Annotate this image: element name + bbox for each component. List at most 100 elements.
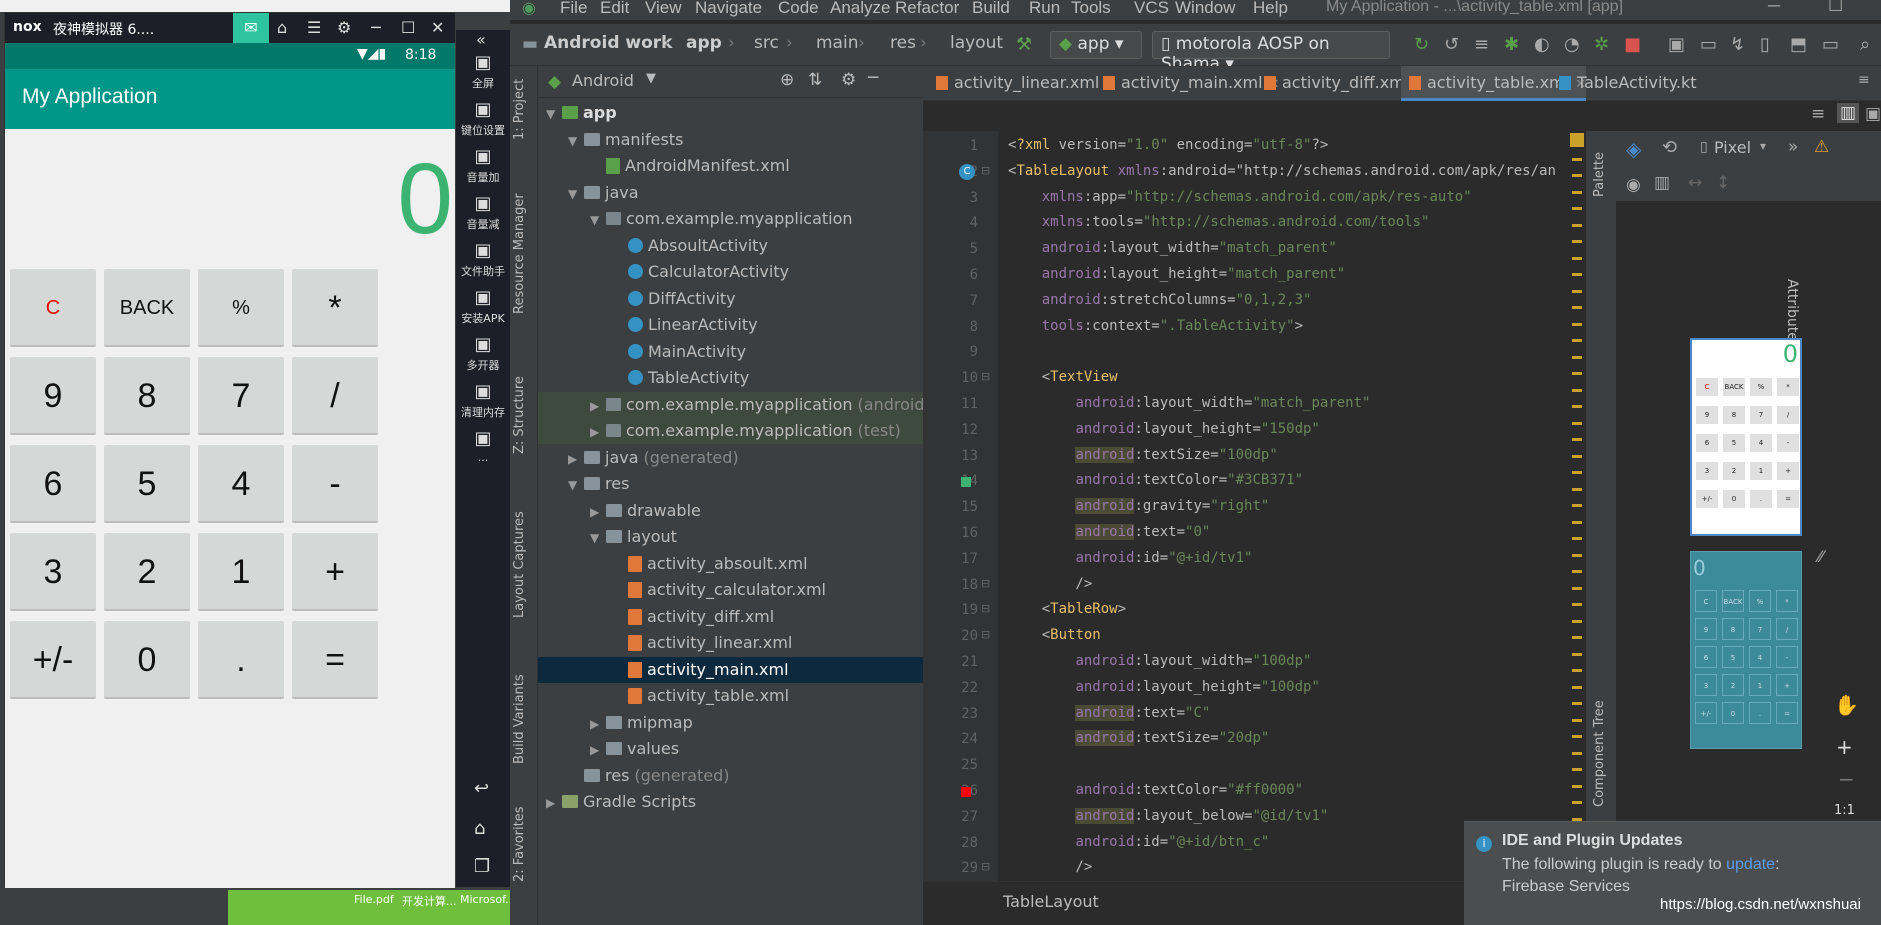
warning-stripe-mark[interactable] bbox=[1572, 570, 1582, 573]
home-icon[interactable]: ⌂ bbox=[474, 818, 485, 839]
menu-help[interactable]: Help bbox=[1253, 0, 1288, 18]
menu-window[interactable]: Window bbox=[1175, 0, 1235, 18]
tree-item[interactable]: activity_calculator.xml bbox=[612, 577, 826, 603]
tree-item[interactable]: AndroidManifest.xml bbox=[590, 153, 790, 179]
warning-stripe-mark[interactable] bbox=[1572, 157, 1582, 161]
emulator-sidebar-item[interactable]: ▣... bbox=[456, 428, 510, 464]
calc-key[interactable]: * bbox=[292, 269, 378, 347]
emulator-sidebar-item[interactable]: ▣ 全屏 bbox=[456, 52, 510, 91]
calc-key[interactable]: - bbox=[292, 445, 378, 523]
warning-stripe-mark[interactable] bbox=[1572, 306, 1582, 309]
sdk-manager-icon[interactable]: ↯ bbox=[1730, 34, 1745, 55]
design-view-icon[interactable]: ▣ bbox=[1865, 104, 1881, 124]
chevron-down-icon[interactable]: ▼ bbox=[546, 101, 562, 127]
emulator-settings-icon[interactable]: ⚙ bbox=[337, 18, 351, 37]
emulator-sidebar-item[interactable]: ▣ 清理内存 bbox=[456, 381, 510, 420]
tree-item[interactable]: activity_linear.xml bbox=[612, 630, 792, 656]
chevron-down-icon[interactable]: ▼ bbox=[646, 71, 656, 86]
warning-stripe-mark[interactable] bbox=[1572, 652, 1582, 656]
emulator-shirt-icon[interactable]: ⌂ bbox=[277, 18, 287, 37]
code-line[interactable]: <TextView bbox=[1008, 369, 1118, 385]
coverage-icon[interactable]: ◐ bbox=[1534, 34, 1550, 55]
calc-key[interactable]: . bbox=[198, 621, 284, 699]
emulator-sidebar-item[interactable]: ▣ 音量减 bbox=[456, 193, 510, 232]
attach-debugger-icon[interactable]: ✲ bbox=[1594, 34, 1609, 55]
breadcrumb-res[interactable]: res bbox=[890, 33, 916, 53]
warning-stripe-mark[interactable] bbox=[1572, 586, 1582, 590]
code-line[interactable]: <?xml version="1.0" encoding="utf-8"?> bbox=[1008, 137, 1328, 153]
emulator-mail-icon[interactable]: ✉ bbox=[233, 13, 269, 43]
fold-marker-icon[interactable]: ⊟ bbox=[981, 164, 990, 177]
tree-item[interactable]: activity_absoult.xml bbox=[612, 551, 808, 577]
code-line[interactable]: android:textSize="100dp" bbox=[1008, 446, 1278, 463]
update-link[interactable]: update bbox=[1726, 856, 1775, 873]
calc-key[interactable]: +/- bbox=[10, 621, 96, 699]
code-line[interactable]: android:layout_width="match_parent" bbox=[1008, 240, 1337, 256]
collapse-all-icon[interactable]: ⇅ bbox=[808, 70, 822, 90]
code-line[interactable]: android:textColor="#3CB371" bbox=[1008, 472, 1303, 488]
calc-key[interactable]: 4 bbox=[198, 445, 284, 523]
profiler-icon[interactable]: ◔ bbox=[1564, 34, 1580, 55]
emulator-minimize-icon[interactable]: ─ bbox=[371, 18, 381, 37]
blueprint-icon[interactable]: ▥ bbox=[1654, 173, 1670, 193]
locate-icon[interactable]: ⊕ bbox=[780, 70, 794, 90]
emulator-sidebar-item[interactable]: ▣ 音量加 bbox=[456, 146, 510, 185]
code-line[interactable]: android:gravity="right" bbox=[1008, 498, 1269, 515]
device-manager-icon[interactable]: ▯ bbox=[1760, 34, 1770, 55]
warning-stripe-mark[interactable] bbox=[1572, 718, 1582, 722]
gear-icon[interactable]: ⚙ bbox=[841, 70, 856, 90]
emulator-sidebar-item[interactable]: ▣ 安装APK bbox=[456, 287, 510, 326]
tree-item[interactable]: ▼ res bbox=[568, 471, 629, 497]
chevron-right-icon[interactable]: ▶ bbox=[590, 499, 606, 525]
stop-icon[interactable]: ■ bbox=[1624, 34, 1641, 55]
tree-item[interactable]: activity_main.xml bbox=[612, 657, 789, 683]
chevron-down-icon[interactable]: ▼ bbox=[568, 128, 584, 154]
apply-changes-icon[interactable]: ↺ bbox=[1444, 34, 1459, 55]
warning-stripe-mark[interactable] bbox=[1572, 454, 1582, 458]
breadcrumb-src[interactable]: src bbox=[754, 33, 779, 53]
zoom-out-icon[interactable]: − bbox=[1838, 767, 1855, 791]
tree-item[interactable]: ▼ layout bbox=[590, 524, 677, 550]
warning-indicator[interactable] bbox=[1570, 133, 1584, 147]
warning-stripe-mark[interactable] bbox=[1572, 223, 1582, 227]
eye-icon[interactable]: ◉ bbox=[1626, 175, 1641, 195]
blueprint-preview[interactable]: 0 C BACK% * 9 8 7/6 5 4-3 2 1 + +/- 0. = bbox=[1690, 551, 1802, 749]
fold-marker-icon[interactable]: ⊟ bbox=[981, 577, 990, 590]
tree-item[interactable]: ▼ com.example.myapplication bbox=[590, 206, 853, 232]
calc-key[interactable]: C bbox=[10, 269, 96, 347]
chevron-right-icon[interactable]: ▶ bbox=[590, 393, 606, 419]
tool-tab-layout-captures[interactable]: Layout Captures bbox=[512, 511, 527, 618]
code-line[interactable]: <TableRow> bbox=[1008, 601, 1126, 617]
code-editor[interactable]: <?xml version="1.0" encoding="utf-8"?> <T… bbox=[998, 131, 1568, 881]
calc-key[interactable]: 1 bbox=[198, 533, 284, 611]
calc-key[interactable]: 7 bbox=[198, 357, 284, 435]
chevron-down-icon[interactable]: ▼ bbox=[568, 181, 584, 207]
chevron-right-icon[interactable]: ▶ bbox=[546, 790, 562, 816]
fold-marker-icon[interactable]: ⊟ bbox=[981, 860, 990, 873]
code-line[interactable]: android:layout_below="@id/tv1" bbox=[1008, 807, 1328, 824]
menu-code[interactable]: Code bbox=[778, 0, 819, 18]
calc-key[interactable]: + bbox=[292, 533, 378, 611]
tree-item[interactable]: ▶ com.example.myapplication (test) bbox=[590, 418, 901, 444]
code-line[interactable]: android:id="@+id/tv1" bbox=[1008, 550, 1252, 566]
emulator-sidebar-item[interactable]: ▣ 多开器 bbox=[456, 334, 510, 373]
warning-stripe-mark[interactable] bbox=[1572, 438, 1582, 441]
warning-stripe-mark[interactable] bbox=[1572, 487, 1582, 491]
code-line[interactable]: android:textSize="20dp" bbox=[1008, 730, 1269, 747]
resize-handle-icon[interactable]: ⁄⁄ bbox=[1818, 547, 1823, 566]
design-preview[interactable]: 0 C BACK% * 9 8 7 / 6 5 4- 3 2 1 + +/- 0. = bbox=[1690, 338, 1802, 536]
horizontal-resize-icon[interactable]: ↔ bbox=[1688, 173, 1702, 193]
list-icon[interactable]: ≡ bbox=[1474, 34, 1489, 55]
warning-icon[interactable]: ⚠ bbox=[1814, 137, 1829, 157]
warning-stripe-mark[interactable] bbox=[1572, 355, 1582, 359]
hide-panel-icon[interactable]: ─ bbox=[868, 68, 878, 88]
chevron-right-icon[interactable]: ▶ bbox=[590, 419, 606, 445]
warning-stripe-mark[interactable] bbox=[1572, 256, 1582, 260]
code-line[interactable]: android:layout_width="match_parent" bbox=[1008, 395, 1370, 411]
emulator-sidebar-item[interactable]: ▣ 键位设置 bbox=[456, 99, 510, 138]
calc-key[interactable]: 6 bbox=[10, 445, 96, 523]
code-line[interactable]: tools:context=".TableActivity"> bbox=[1008, 318, 1303, 334]
warning-stripe-mark[interactable] bbox=[1572, 190, 1582, 194]
calc-key[interactable]: 2 bbox=[104, 533, 190, 611]
warning-stripe-mark[interactable] bbox=[1572, 751, 1582, 755]
